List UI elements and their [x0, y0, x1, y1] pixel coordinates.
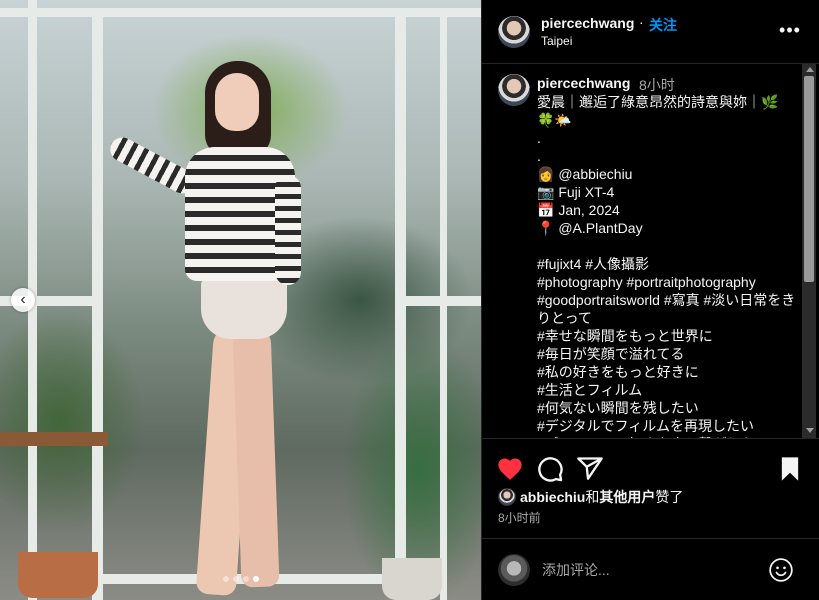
model-arm [275, 175, 301, 285]
caption-time: 8小时 [639, 77, 675, 93]
plant-pot [382, 558, 442, 600]
share-button[interactable] [576, 455, 604, 483]
carousel-prev-button[interactable]: ‹ [11, 288, 35, 312]
chevron-left-icon: ‹ [20, 291, 26, 308]
viewer-avatar [498, 554, 530, 586]
separator-dot: · [639, 14, 644, 30]
scroll-up-arrow-icon[interactable] [806, 67, 814, 72]
more-options-button[interactable]: ••• [778, 20, 802, 44]
comment-input[interactable]: 添加评论... [542, 560, 762, 580]
post-detail-panel: piercechwang · 关注 Taipei ••• piercechwan… [481, 0, 819, 600]
carousel-dot [253, 576, 259, 582]
heart-filled-icon [498, 458, 522, 480]
likes-suffix: 赞了 [655, 489, 684, 505]
model-figure [106, 55, 305, 600]
greenhouse-frame [0, 8, 481, 17]
caption-author-avatar[interactable] [498, 74, 530, 106]
emoji-button[interactable] [768, 557, 794, 583]
carousel-dot [233, 576, 239, 582]
caption-text: 愛晨｜邂逅了綠意昂然的詩意與妳｜🌿 🍀🌤️ . . 👩 @abbiechiu 📷… [537, 94, 796, 438]
comment-composer: 添加评论... [482, 538, 819, 600]
model-brief [201, 277, 287, 339]
comment-icon [538, 457, 563, 482]
more-horizontal-icon: ••• [779, 20, 801, 40]
carousel-dot [243, 576, 249, 582]
plant-pot [18, 552, 98, 598]
post-photo[interactable]: ‹ [0, 0, 481, 600]
comment-button[interactable] [536, 455, 564, 483]
author-username[interactable]: piercechwang [541, 15, 634, 31]
model-leg [232, 324, 280, 588]
greenhouse-frame [403, 296, 481, 306]
likes-summary: abbiechiu 和 其他用户 赞了 [498, 487, 683, 507]
liker-avatar[interactable] [498, 488, 516, 506]
wooden-shelf [0, 432, 108, 446]
smiley-icon [769, 558, 793, 582]
save-button[interactable] [776, 455, 804, 483]
scrollbar-thumb[interactable] [804, 76, 814, 282]
bookmark-icon [781, 457, 799, 481]
model-face [215, 73, 259, 131]
author-avatar[interactable] [498, 16, 530, 48]
follow-button[interactable]: 关注 [649, 15, 677, 35]
carousel-dot [223, 576, 229, 582]
post-header: piercechwang · 关注 Taipei ••• [482, 0, 819, 64]
likes-others-link[interactable]: 其他用户 [599, 487, 655, 507]
like-button[interactable] [496, 455, 524, 483]
likes-connector: 和 [585, 489, 600, 505]
caption-scroll-area[interactable]: piercechwang 8小时 愛晨｜邂逅了綠意昂然的詩意與妳｜🌿 🍀🌤️ .… [482, 64, 802, 438]
scroll-down-arrow-icon[interactable] [806, 428, 814, 433]
carousel-indicator [223, 576, 259, 582]
post-location[interactable]: Taipei [541, 34, 572, 48]
share-icon [577, 457, 603, 480]
post-actions: abbiechiu 和 其他用户 赞了 8小时前 [482, 438, 819, 544]
caption-username[interactable]: piercechwang [537, 75, 630, 91]
post-timestamp[interactable]: 8小时前 [498, 509, 541, 526]
liker-username[interactable]: abbiechiu [520, 489, 585, 505]
